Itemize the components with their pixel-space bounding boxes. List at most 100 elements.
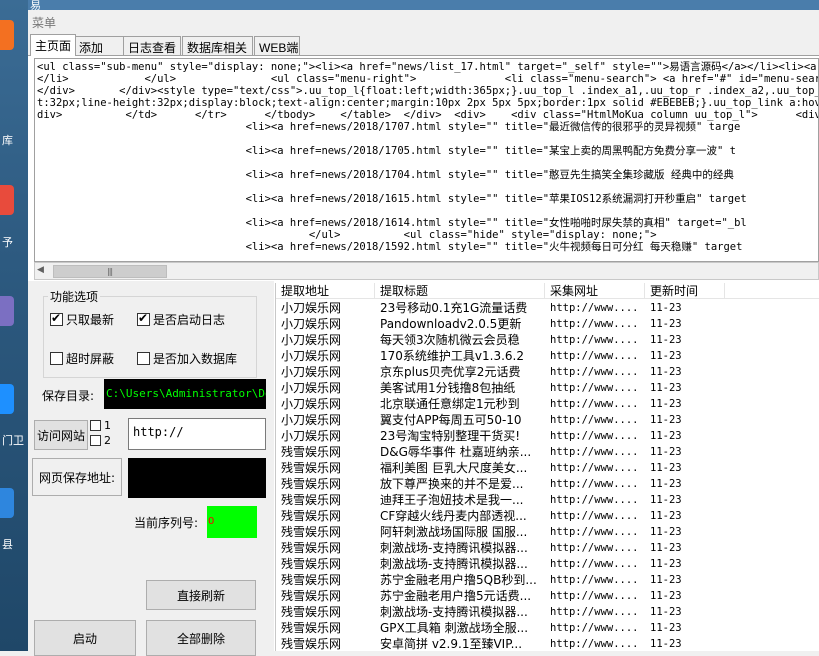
tab-strip: 主页面 添加 日志查看 数据库相关 WEB端 [28, 34, 819, 56]
column-header-time[interactable]: 更新时间 [645, 283, 725, 299]
checkbox-box[interactable] [50, 352, 63, 365]
table-row[interactable]: 残雪娱乐网 GPX工具箱 刺激战场全服... http://www.... 11-23 [276, 620, 819, 636]
scroll-left-icon[interactable]: ◀ [37, 265, 44, 275]
row-title: 每天领3次随机微云会员稳 [380, 333, 520, 347]
row-url: http://www.... [550, 414, 639, 426]
source-line: <li><a href=news/2018/1615.html style=""… [37, 193, 747, 205]
column-header-source[interactable]: 提取地址 [276, 283, 375, 299]
add-to-db-checkbox[interactable]: 是否加入数据库 [137, 350, 237, 367]
option-1-label: 1 [104, 419, 111, 432]
table-row[interactable]: 残雪娱乐网 刺激战场-支持腾讯模拟器... http://www.... 11-23 [276, 604, 819, 620]
row-time: 11-23 [650, 638, 682, 650]
row-time: 11-23 [650, 558, 682, 570]
row-title: 苏宁金融老用户撸5元话费... [380, 589, 532, 603]
row-url: http://www.... [550, 510, 639, 522]
checkbox-box[interactable] [50, 311, 63, 326]
source-line: <li><a href=news/2018/1592.html style=""… [37, 241, 743, 253]
table-row[interactable]: 小刀娱乐网 每天领3次随机微云会员稳 http://www.... 11-23 [276, 332, 819, 348]
table-row[interactable]: 小刀娱乐网 美客试用1分钱撸8包抽纸 http://www.... 11-23 [276, 380, 819, 396]
table-row[interactable]: 残雪娱乐网 福利美图 巨乳大尺度美女... http://www.... 11-23 [276, 460, 819, 476]
horizontal-scrollbar[interactable]: ◀ ||| [34, 262, 819, 280]
row-title: D&G辱华事件 杜嘉班纳亲... [380, 445, 532, 459]
visit-site-button[interactable]: 访问网站 [34, 420, 88, 450]
save-dir-field[interactable]: C:\Users\Administrator\Desk [104, 379, 266, 409]
row-time: 11-23 [650, 350, 682, 362]
desktop-app-icon[interactable] [0, 296, 14, 326]
latest-only-checkbox[interactable]: 只取最新 [50, 311, 114, 328]
row-url: http://www.... [550, 334, 639, 346]
checkbox-box[interactable] [137, 352, 150, 365]
row-time: 11-23 [650, 334, 682, 346]
table-row[interactable]: 小刀娱乐网 京东plus贝壳优享2元话费 http://www.... 11-23 [276, 364, 819, 380]
row-source: 小刀娱乐网 [281, 381, 342, 395]
results-list[interactable]: 提取地址 提取标题 采集网址 更新时间 小刀娱乐网 23号移动0.1充1G流量话费… [275, 283, 819, 651]
table-row[interactable]: 残雪娱乐网 苏宁金融老用户撸5元话费... http://www.... 11-23 [276, 588, 819, 604]
row-url: http://www.... [550, 526, 639, 538]
table-row[interactable]: 小刀娱乐网 23号淘宝特别整理干货买! http://www.... 11-23 [276, 428, 819, 444]
row-source: 小刀娱乐网 [281, 429, 342, 443]
enable-log-checkbox[interactable]: 是否启动日志 [137, 311, 225, 328]
desktop-app-icon[interactable] [0, 384, 14, 414]
source-line: <li><a href=news/2018/1704.html style=""… [37, 169, 734, 181]
table-row[interactable]: 小刀娱乐网 翼支付APP每周五可50-10 http://www.... 11-23 [276, 412, 819, 428]
row-url: http://www.... [550, 542, 639, 554]
tab-add[interactable]: 添加 [74, 36, 124, 56]
option-2-checkbox[interactable] [90, 435, 101, 446]
source-code-view[interactable]: <ul class="sub-menu" style="display: non… [34, 58, 819, 262]
scroll-thumb[interactable]: ||| [53, 265, 167, 278]
page-save-addr-label: 网页保存地址: [32, 458, 122, 496]
table-row[interactable]: 残雪娱乐网 CF穿越火线丹麦内部透视... http://www.... 11-23 [276, 508, 819, 524]
table-row[interactable]: 残雪娱乐网 刺激战场-支持腾讯模拟器... http://www.... 11-23 [276, 540, 819, 556]
row-time: 11-23 [650, 590, 682, 602]
timeout-block-checkbox[interactable]: 超时屏蔽 [50, 350, 114, 367]
table-row[interactable]: 残雪娱乐网 苏宁金融老用户撸5QB秒到... http://www.... 11-23 [276, 572, 819, 588]
tab-log[interactable]: 日志查看 [123, 36, 181, 56]
menu-bar: 菜单 [28, 10, 819, 34]
desktop-label: 县 [2, 538, 13, 551]
table-row[interactable]: 残雪娱乐网 迪拜王子泡妞技术是我一... http://www.... 11-23 [276, 492, 819, 508]
row-source: 残雪娱乐网 [281, 605, 342, 619]
option-1-checkbox[interactable] [90, 420, 101, 431]
row-time: 11-23 [650, 542, 682, 554]
column-header-url[interactable]: 采集网址 [545, 283, 645, 299]
table-row[interactable]: 残雪娱乐网 阿轩刺激战场国际服 国服... http://www.... 11-23 [276, 524, 819, 540]
row-title: 苏宁金融老用户撸5QB秒到... [380, 573, 537, 587]
row-time: 11-23 [650, 462, 682, 474]
tab-database[interactable]: 数据库相关 [182, 36, 253, 56]
row-source: 小刀娱乐网 [281, 349, 342, 363]
tab-main[interactable]: 主页面 [30, 34, 77, 56]
row-source: 小刀娱乐网 [281, 317, 342, 331]
checkbox-box[interactable] [137, 311, 150, 326]
row-source: 小刀娱乐网 [281, 397, 342, 411]
table-row[interactable]: 小刀娱乐网 Pandownloadv2.0.5更新 http://www.... 11… [276, 316, 819, 332]
desktop-app-icon[interactable] [0, 185, 14, 215]
table-row[interactable]: 残雪娱乐网 安卓简拼 v2.9.1至臻VIP... http://www.... 11… [276, 636, 819, 651]
tab-web[interactable]: WEB端 [254, 36, 300, 56]
refresh-button[interactable]: 直接刷新 [146, 580, 256, 610]
column-header-title[interactable]: 提取标题 [375, 283, 545, 299]
menu-item[interactable]: 菜单 [32, 14, 56, 31]
source-line: <li><a href=news/2018/1707.html style=""… [37, 121, 741, 133]
table-row[interactable]: 残雪娱乐网 放下尊严换来的并不是爱... http://www.... 11-23 [276, 476, 819, 492]
row-time: 11-23 [650, 574, 682, 586]
row-title: 阿轩刺激战场国际服 国服... [380, 525, 528, 539]
row-time: 11-23 [650, 526, 682, 538]
row-url: http://www.... [550, 638, 639, 650]
row-time: 11-23 [650, 510, 682, 522]
row-source: 残雪娱乐网 [281, 621, 342, 635]
url-input[interactable]: http:// [128, 418, 266, 450]
desktop-app-icon[interactable] [0, 488, 14, 518]
source-line: </li> </ul> <ul class="menu-right"> <li … [37, 73, 819, 85]
row-source: 小刀娱乐网 [281, 365, 342, 379]
row-title: 北京联通任意绑定1元秒到 [380, 397, 520, 411]
desktop-app-icon[interactable] [0, 20, 14, 50]
page-save-addr-field[interactable] [128, 458, 266, 498]
row-time: 11-23 [650, 622, 682, 634]
table-row[interactable]: 小刀娱乐网 170系统维护工具v1.3.6.2 http://www.... 11-2… [276, 348, 819, 364]
row-title: 京东plus贝壳优享2元话费 [380, 365, 521, 379]
table-row[interactable]: 残雪娱乐网 刺激战场-支持腾讯模拟器... http://www.... 11-23 [276, 556, 819, 572]
table-row[interactable]: 小刀娱乐网 23号移动0.1充1G流量话费 http://www.... 11-23 [276, 300, 819, 316]
table-row[interactable]: 小刀娱乐网 北京联通任意绑定1元秒到 http://www.... 11-23 [276, 396, 819, 412]
row-url: http://www.... [550, 398, 639, 410]
table-row[interactable]: 残雪娱乐网 D&G辱华事件 杜嘉班纳亲... http://www.... 11-23 [276, 444, 819, 460]
